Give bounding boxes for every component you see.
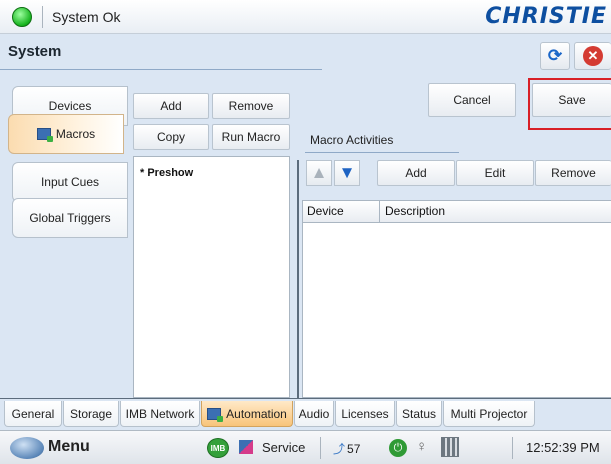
table-header: Device Description (303, 201, 611, 223)
remove-activity-button[interactable]: Remove (535, 160, 611, 186)
tab-licenses[interactable]: Licenses (335, 401, 395, 427)
add-activity-button[interactable]: Add (377, 160, 455, 186)
panel-divider[interactable] (297, 160, 299, 398)
tab-label: Automation (226, 406, 287, 421)
macro-list[interactable]: * Preshow (133, 156, 290, 398)
add-macro-button[interactable]: Add (133, 93, 209, 119)
title-underline (0, 69, 322, 70)
tab-multi-projector[interactable]: Multi Projector (443, 401, 535, 427)
imb-status-icon[interactable]: IMB (207, 438, 229, 458)
edit-activity-button[interactable]: Edit (456, 160, 534, 186)
tab-general[interactable]: General (4, 401, 62, 427)
arrow-up-icon: ▲ (310, 163, 328, 182)
section-underline (305, 152, 459, 153)
system-status-text: System Ok (52, 9, 121, 25)
menu-button[interactable]: Menu (48, 438, 90, 456)
list-item[interactable]: * Preshow (140, 167, 193, 179)
christie-logo: CHRISTIE (485, 4, 607, 29)
tab-macros[interactable]: Macros (8, 114, 124, 154)
menu-icon[interactable] (10, 437, 44, 459)
run-macro-button[interactable]: Run Macro (212, 124, 290, 150)
power-icon[interactable]: ⏻ (389, 439, 407, 457)
macro-activities-label: Macro Activities (310, 133, 394, 147)
arrow-down-icon: ▼ (338, 163, 356, 182)
tab-global-triggers[interactable]: Global Triggers (12, 198, 128, 238)
tab-input-cues[interactable]: Input Cues (12, 162, 128, 202)
remove-macro-button[interactable]: Remove (212, 93, 290, 119)
service-mode-label[interactable]: Service (262, 440, 305, 455)
column-separator (379, 201, 380, 223)
key-icon[interactable]: ♀ (416, 438, 427, 455)
tab-automation[interactable]: Automation (201, 401, 293, 427)
network-icon[interactable] (441, 437, 459, 457)
tab-label: Macros (55, 127, 96, 141)
tab-storage[interactable]: Storage (63, 401, 119, 427)
tab-label: Global Triggers (29, 211, 111, 225)
refresh-button[interactable]: ⟳ (540, 42, 570, 70)
service-icon (239, 440, 253, 454)
status-bar: System Ok CHRISTIE (0, 0, 611, 34)
taskbar-divider (512, 437, 513, 459)
temperature-readout[interactable]: ⤴ 57 (333, 440, 360, 457)
page-title: System (8, 43, 62, 60)
status-divider (42, 6, 43, 28)
clock: 12:52:39 PM (526, 440, 600, 455)
macro-icon (36, 128, 53, 142)
save-highlight-box (528, 78, 611, 130)
title-bar: System ⟳ ✕ (0, 35, 611, 75)
system-status-indicator-icon[interactable] (12, 7, 32, 27)
tab-label: Devices (48, 99, 92, 113)
tab-label: Input Cues (40, 175, 100, 189)
close-button[interactable]: ✕ (574, 42, 611, 70)
temperature-value: 57 (347, 442, 361, 456)
move-up-button[interactable]: ▲ (306, 160, 332, 186)
macro-panel: Add Remove Copy Run Macro * Preshow (128, 80, 294, 398)
column-header-description[interactable]: Description (385, 204, 445, 218)
left-tab-column: Devices Macros Input Cues Global Trigger… (0, 80, 128, 398)
taskbar-divider (320, 437, 321, 459)
thermometer-icon: ⤴ (333, 442, 346, 456)
column-header-device[interactable]: Device (307, 204, 344, 218)
copy-macro-button[interactable]: Copy (133, 124, 209, 150)
tab-audio[interactable]: Audio (294, 401, 334, 427)
cancel-button[interactable]: Cancel (428, 83, 516, 117)
tab-status[interactable]: Status (396, 401, 442, 427)
automation-icon (207, 407, 224, 422)
tab-imb-network[interactable]: IMB Network (120, 401, 200, 427)
refresh-icon: ⟳ (547, 46, 563, 65)
move-down-button[interactable]: ▼ (334, 160, 360, 186)
bottom-tab-bar: General Storage IMB Network Automation A… (0, 398, 611, 428)
activities-table[interactable]: Device Description (302, 200, 611, 398)
close-icon: ✕ (583, 46, 603, 66)
taskbar: Menu IMB Service ⤴ 57 ⏻ ♀ 12:52:39 PM (0, 430, 611, 464)
